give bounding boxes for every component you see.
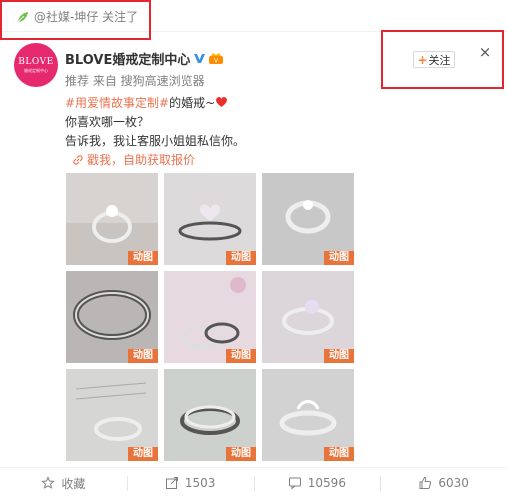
comment-button[interactable]: 10596	[253, 468, 381, 498]
content-line2: 你喜欢哪一枚？	[65, 115, 150, 129]
quote-link[interactable]: 戳我，自助获取报价	[72, 151, 195, 168]
repost-button[interactable]: 1503	[126, 468, 254, 498]
meta-label: 推荐 来自	[65, 74, 121, 88]
follow-notice-bar: @社媒-坤仔 关注了	[0, 0, 507, 32]
gif-badge: 动图	[324, 251, 354, 265]
star-icon	[41, 476, 56, 489]
gif-badge: 动图	[128, 447, 158, 461]
content-line3: 告诉我，我让客服小姐姐私信你。	[65, 134, 246, 148]
vip-crown-icon[interactable]: V	[208, 52, 224, 65]
heart-emoji-icon	[216, 97, 228, 107]
image-thumb-3[interactable]: 动图	[262, 173, 354, 265]
image-thumb-2[interactable]: 动图	[164, 173, 256, 265]
close-icon[interactable]: ×	[478, 45, 492, 60]
image-thumb-6[interactable]: 动图	[262, 271, 354, 363]
gif-badge: 动图	[324, 447, 354, 461]
image-thumb-7[interactable]: 动图	[66, 369, 158, 461]
image-thumb-8[interactable]: 动图	[164, 369, 256, 461]
comment-icon	[288, 477, 301, 490]
gif-badge: 动图	[324, 349, 354, 363]
like-button[interactable]: 6030	[380, 468, 507, 498]
image-thumb-5[interactable]: 动图	[164, 271, 256, 363]
gif-badge: 动图	[226, 447, 256, 461]
gif-badge: 动图	[128, 349, 158, 363]
post-header: BLOVE婚戒定制中心 V 推荐 来自 搜狗高速浏览器	[65, 49, 385, 88]
avatar-logo-subtext: 婚戒定制中心	[24, 67, 48, 73]
repost-icon	[165, 477, 178, 489]
image-thumb-4[interactable]: 动图	[66, 271, 158, 363]
comment-count: 10596	[307, 476, 346, 490]
avatar-logo-text: BLOVE	[18, 56, 54, 67]
hashtag-link[interactable]: #用爱情故事定制#	[65, 96, 169, 110]
favorite-label: 收藏	[61, 476, 86, 491]
verified-icon[interactable]	[193, 52, 206, 65]
follow-label: 关注	[428, 53, 451, 67]
avatar[interactable]: BLOVE 婚戒定制中心	[14, 43, 58, 87]
like-count: 6030	[438, 476, 469, 490]
quote-link-text: 戳我，自助获取报价	[87, 153, 196, 167]
follow-notice[interactable]: @社媒-坤仔 关注了	[16, 8, 138, 25]
image-thumb-1[interactable]: 动图	[66, 173, 158, 265]
post-meta: 推荐 来自 搜狗高速浏览器	[65, 72, 385, 88]
post-content: #用爱情故事定制#的婚戒~ 你喜欢哪一枚？ 告诉我，我让客服小姐姐私信你。	[65, 94, 485, 151]
leaf-icon	[17, 11, 28, 22]
image-thumb-9[interactable]: 动图	[262, 369, 354, 461]
plus-icon: +	[417, 52, 428, 67]
link-icon	[73, 154, 83, 165]
thumbs-up-icon	[419, 476, 432, 489]
meta-source[interactable]: 搜狗高速浏览器	[121, 74, 205, 88]
favorite-button[interactable]: 收藏	[0, 468, 127, 498]
follow-notice-text: @社媒-坤仔 关注了	[34, 10, 139, 24]
gif-badge: 动图	[128, 251, 158, 265]
action-bar: 收藏 1503 10596 6030	[0, 467, 507, 498]
author-name[interactable]: BLOVE婚戒定制中心	[65, 49, 190, 68]
repost-count: 1503	[184, 476, 216, 490]
gif-badge: 动图	[226, 251, 256, 265]
content-line1: 的婚戒~	[169, 96, 216, 110]
image-grid: 动图 动图 动图 动图 动图 动图 动图 动图 动图	[66, 173, 356, 463]
gif-badge: 动图	[226, 349, 256, 363]
follow-button[interactable]: + 关注	[413, 51, 455, 68]
